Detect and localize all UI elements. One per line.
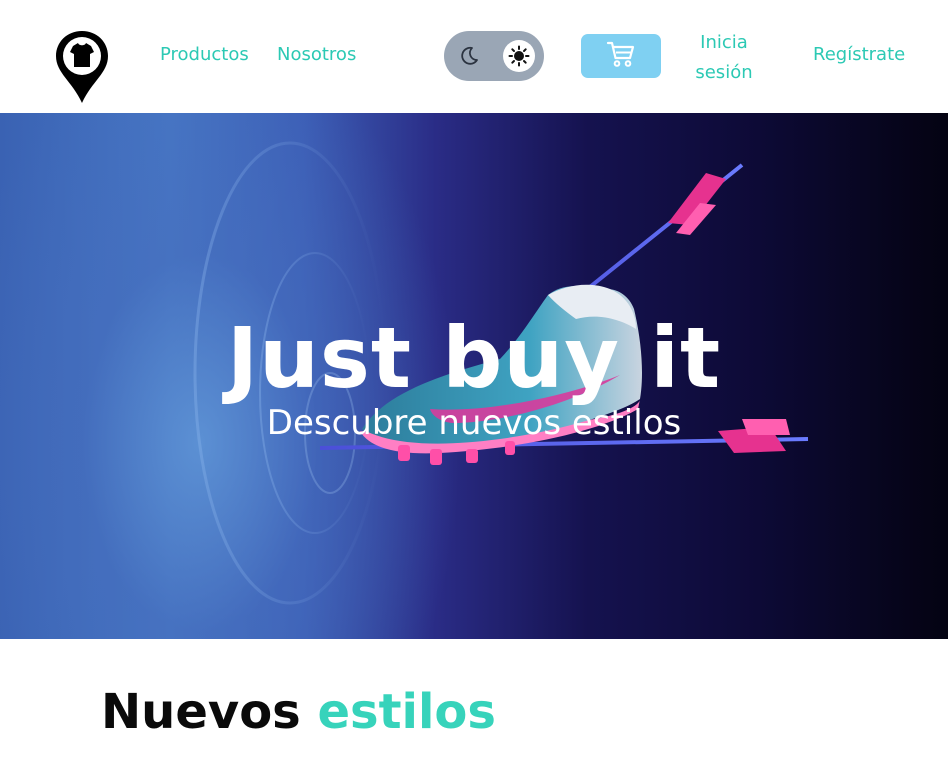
section-title: Nuevos estilos [101,684,496,740]
section-title-part-1: Nuevos [101,684,301,740]
cart-button[interactable] [581,34,661,78]
sun-icon[interactable] [503,40,535,72]
login-line-2: sesión [695,62,753,83]
theme-toggle[interactable] [444,31,544,81]
hero-subtitle: Descubre nuevos estilos [266,403,682,443]
hero-banner: Just buy it Descubre nuevos estilos [0,113,948,639]
shirt-location-pin-logo[interactable] [54,29,110,105]
login-line-1: Inicia [700,32,748,53]
cart-icon [606,40,636,72]
register-link[interactable]: Regístrate [813,44,905,65]
section-title-part-2: estilos [317,684,496,740]
nav-link-nosotros[interactable]: Nosotros [277,44,356,65]
hero-title: Just buy it [226,309,722,407]
moon-icon[interactable] [453,40,485,72]
nav-link-productos[interactable]: Productos [160,44,249,65]
login-link[interactable]: Inicia sesión [684,28,764,88]
navbar: Productos Nosotros Inicia sesión Regístr… [0,0,948,113]
